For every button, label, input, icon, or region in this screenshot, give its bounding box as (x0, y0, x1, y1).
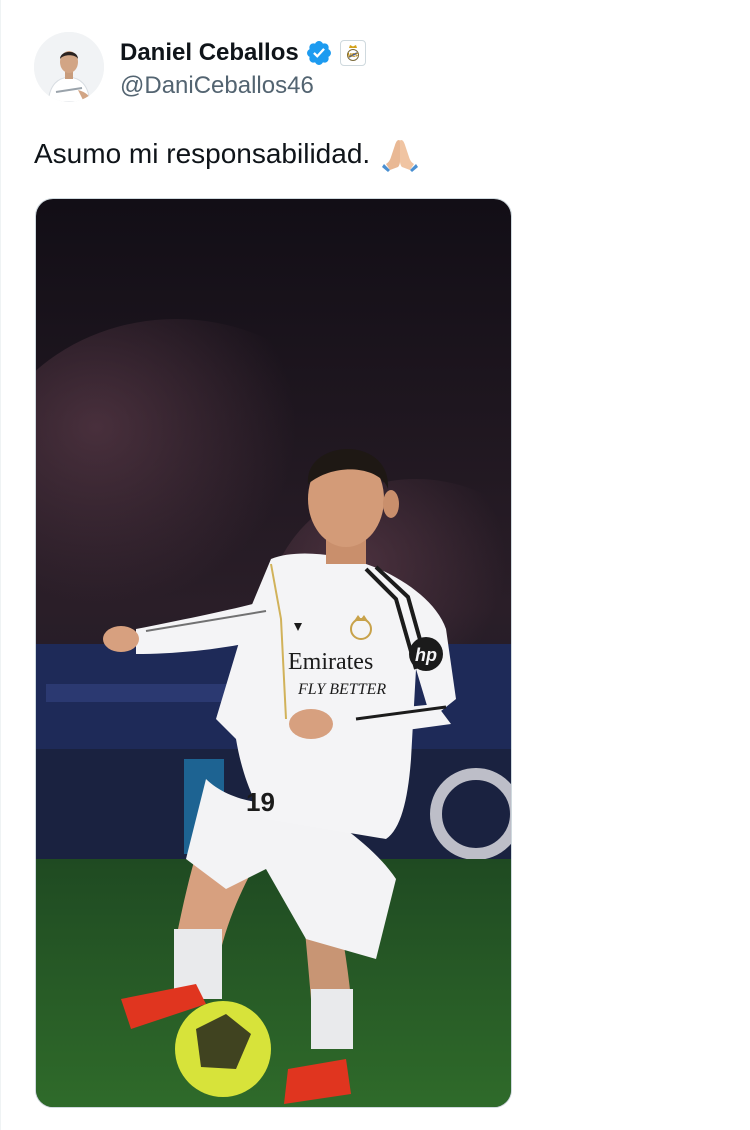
real-madrid-crest-icon[interactable]: MCF (339, 39, 366, 66)
user-handle[interactable]: @DaniCeballos46 (120, 72, 366, 100)
timeline-divider (0, 0, 1, 1130)
shirt-number: 19 (246, 787, 275, 817)
tweet-text-content: Asumo mi responsabilidad. (34, 138, 371, 169)
folded-hands-emoji (380, 134, 420, 174)
tweet-text: Asumo mi responsabilidad. (34, 134, 420, 174)
tweet-author-header[interactable]: Daniel Ceballos MCF @DaniCeballos46 (34, 32, 366, 102)
sleeve-sponsor-logo: hp (415, 645, 437, 665)
avatar[interactable] (34, 32, 104, 102)
verified-badge-icon[interactable] (305, 39, 333, 67)
display-name[interactable]: Daniel Ceballos (120, 39, 299, 67)
jersey-sponsor-text: Emirates (288, 649, 373, 675)
tweet-photo[interactable]: Emirates FLY BETTER hp 19 (35, 198, 512, 1108)
jersey-sponsor-tagline: FLY BETTER (297, 681, 386, 698)
svg-text:MCF: MCF (347, 53, 358, 59)
